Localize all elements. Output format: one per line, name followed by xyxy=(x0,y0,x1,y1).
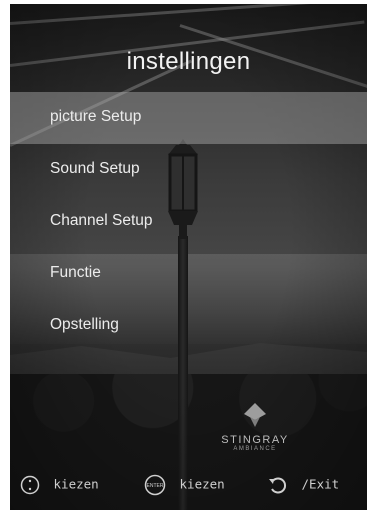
enter-button-icon: ENTER xyxy=(144,474,166,495)
settings-menu: picture Setup Sound Setup Channel Setup … xyxy=(10,92,367,352)
menu-item-label: picture Setup xyxy=(50,108,142,125)
hint-label: kiezen xyxy=(179,476,225,492)
stingray-logo-icon xyxy=(244,403,266,427)
menu-item-label: Functie xyxy=(50,264,101,281)
hint-select: ENTER kiezen xyxy=(144,473,225,495)
logo-name: STINGRAY xyxy=(221,434,289,446)
hint-label: kiezen xyxy=(53,476,99,492)
menu-item-channel-setup[interactable]: Channel Setup xyxy=(10,196,367,248)
menu-item-opstelling[interactable]: Opstelling xyxy=(10,300,367,352)
menu-item-sound-setup[interactable]: Sound Setup xyxy=(10,144,367,196)
footer-hints: kiezen ENTER kiezen /Exit xyxy=(10,468,367,498)
tv-screen: instellingen picture Setup Sound Setup C… xyxy=(10,4,367,510)
menu-item-functie[interactable]: Functie xyxy=(10,248,367,300)
stingray-logo: STINGRAY AMBIANCE xyxy=(220,403,290,452)
hint-label: /Exit xyxy=(301,476,340,492)
menu-item-label: Sound Setup xyxy=(50,160,140,177)
menu-item-label: Opstelling xyxy=(50,316,119,333)
enter-icon-text: ENTER xyxy=(147,483,164,489)
dpad-icon xyxy=(20,475,40,494)
menu-title: instellingen xyxy=(126,48,251,75)
hint-exit: /Exit xyxy=(266,473,339,495)
menu-item-picture-setup[interactable]: picture Setup xyxy=(10,92,367,144)
back-icon xyxy=(269,477,286,493)
menu-item-label: Channel Setup xyxy=(50,212,153,229)
logo-subtitle: AMBIANCE xyxy=(233,446,277,452)
hint-navigate: kiezen xyxy=(20,473,99,495)
